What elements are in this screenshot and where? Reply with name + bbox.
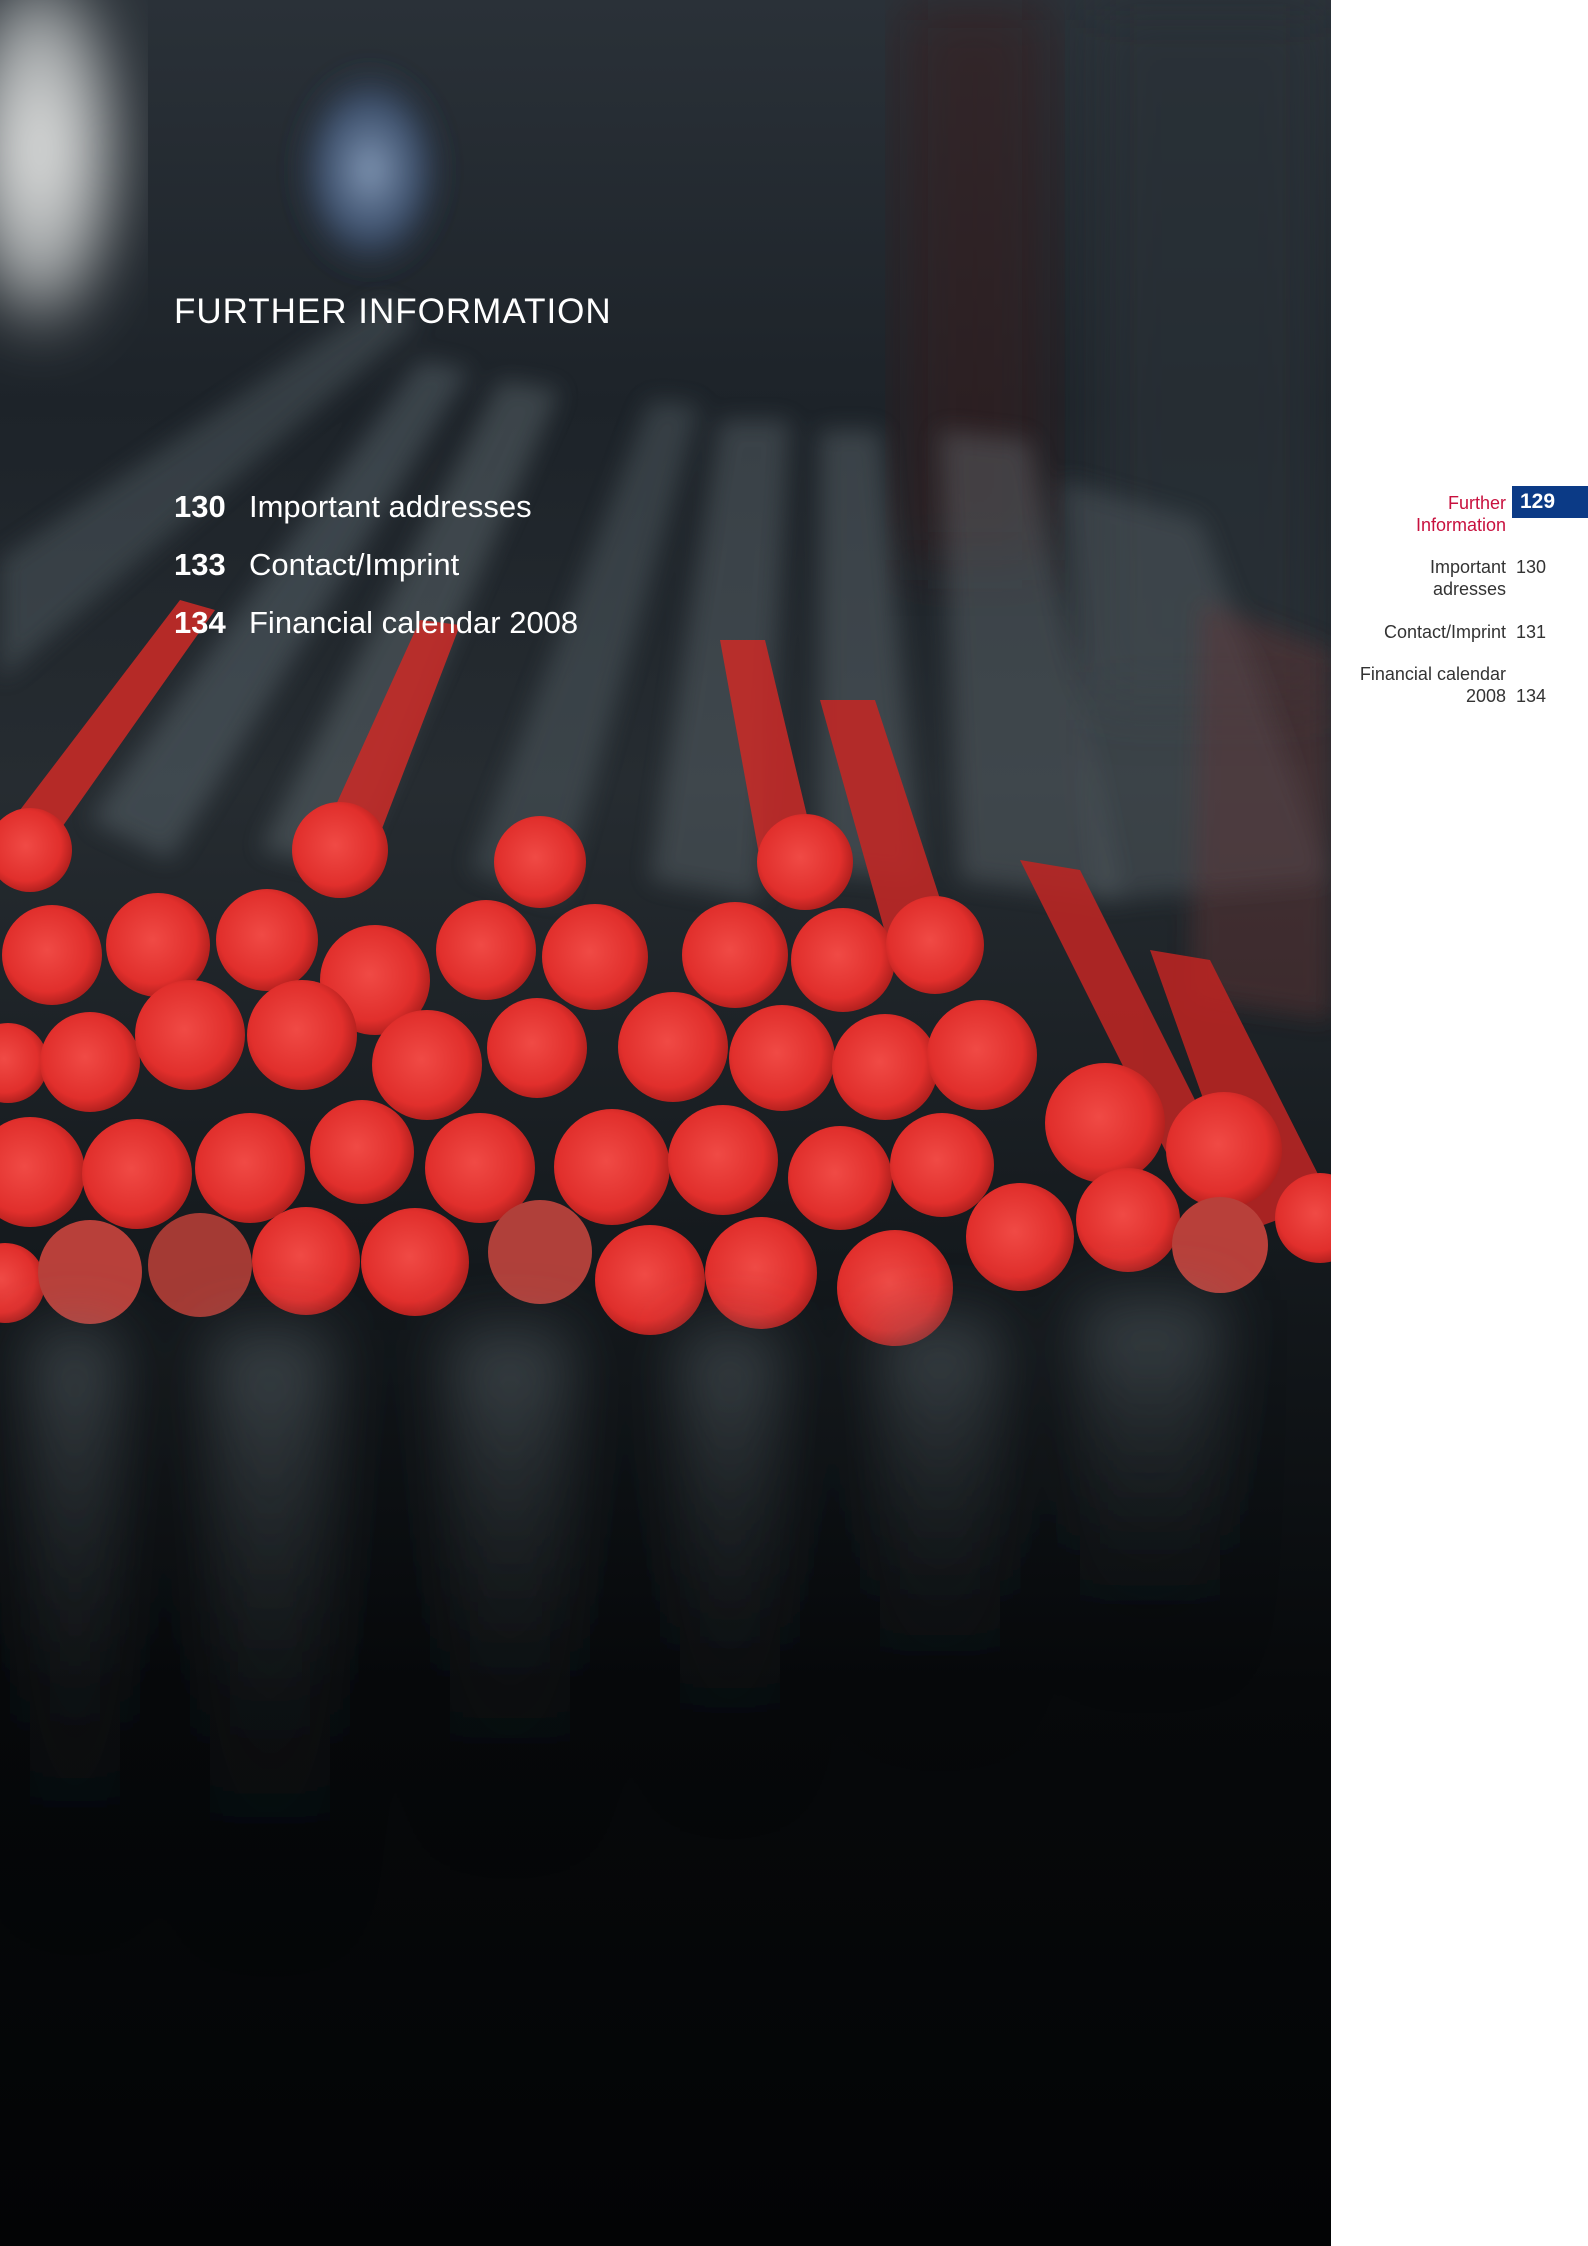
- page-title: FURTHER INFORMATION: [174, 292, 612, 331]
- toc-label: Financial calendar 2008: [249, 605, 579, 640]
- section-sidebar: Further Information 129 Important adress…: [1331, 0, 1588, 2246]
- toc-label: Important addresses: [249, 489, 532, 524]
- toc-label: Contact/Imprint: [249, 547, 460, 582]
- sidebar-item-page: 131: [1516, 622, 1547, 642]
- table-of-contents: 130 Important addresses 133 Contact/Impr…: [174, 478, 578, 652]
- sidebar-item-label: Contact/Imprint: [1383, 622, 1506, 642]
- steel-rods-illustration: [0, 0, 1331, 2246]
- toc-page-number: 134: [174, 605, 226, 640]
- sidebar-item-label: Financial calendar 2008: [1359, 664, 1506, 706]
- toc-item-contact-imprint[interactable]: 133 Contact/Imprint: [174, 536, 578, 594]
- sidebar-item-page: 134: [1516, 686, 1547, 706]
- toc-item-financial-calendar[interactable]: 134 Financial calendar 2008: [174, 594, 578, 652]
- toc-item-important-addresses[interactable]: 130 Important addresses: [174, 478, 578, 536]
- sidebar-item-page: 130: [1516, 557, 1547, 577]
- toc-page-number: 133: [174, 547, 226, 582]
- sidebar-item-label: Important adresses: [1429, 557, 1506, 599]
- steel-rods-photo: FURTHER INFORMATION 130 Important addres…: [0, 0, 1331, 2246]
- toc-page-number: 130: [174, 489, 226, 524]
- sidebar-item-label: Further Information: [1415, 493, 1506, 535]
- page: FURTHER INFORMATION 130 Important addres…: [0, 0, 1588, 2246]
- page-number-badge: 129: [1512, 486, 1588, 518]
